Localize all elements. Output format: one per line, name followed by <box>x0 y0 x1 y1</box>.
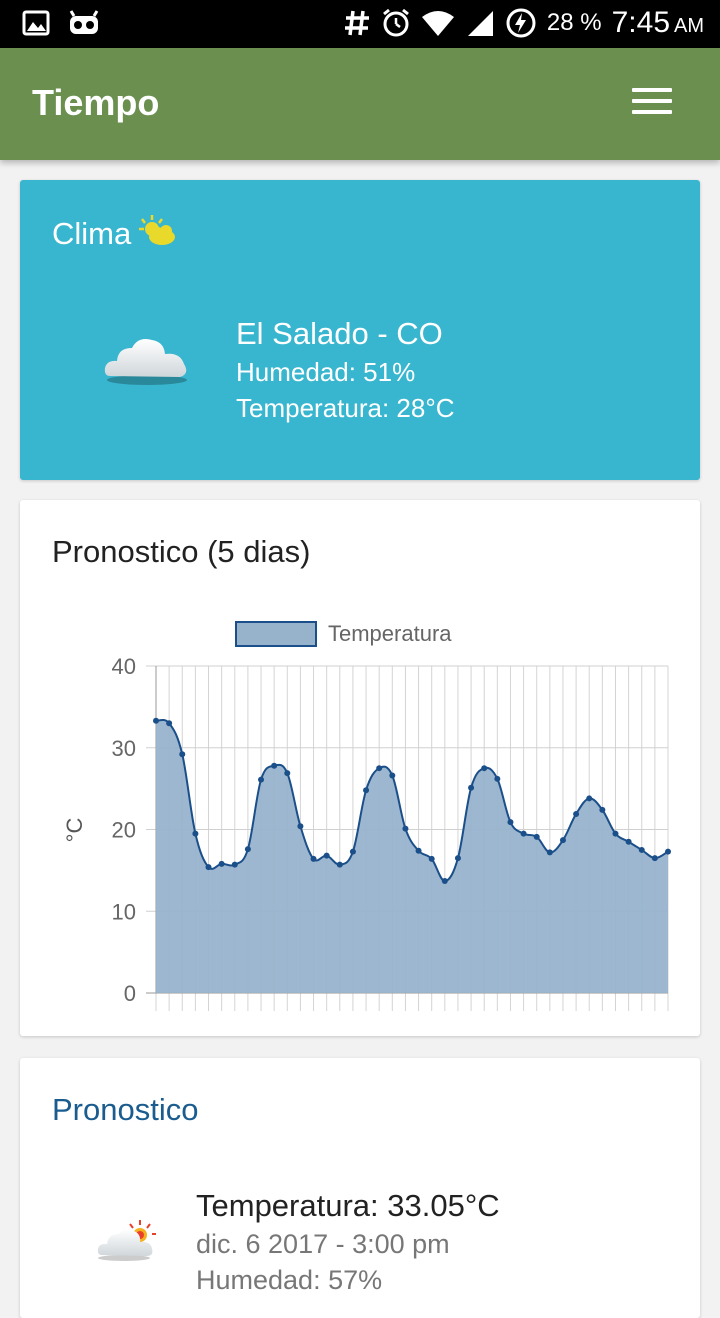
data-point <box>336 861 343 868</box>
temperature-value: Temperatura: 28°C <box>236 393 455 423</box>
data-point <box>573 810 580 817</box>
data-point <box>481 765 488 772</box>
data-point <box>218 860 225 867</box>
battery-charging-icon <box>506 8 536 38</box>
data-point <box>166 720 173 727</box>
data-point <box>402 825 409 832</box>
alarm-icon <box>382 8 409 37</box>
data-point <box>192 830 199 837</box>
forecast-temperature: Temperatura: 33.05°C <box>196 1188 500 1223</box>
wifi-icon <box>421 11 454 36</box>
forecast-chart-card: Pronostico (5 dias) 0 10 20 30 40 °C Temperatu… <box>20 500 700 1036</box>
forecast-date: dic. 6 2017 - 3:00 pm <box>196 1229 450 1259</box>
data-point <box>507 819 514 826</box>
legend-label: Temperatura <box>328 621 452 646</box>
legend-swatch <box>235 621 317 647</box>
current-weather-card: Clima El Salado - CO Humedad: 51% Temper… <box>20 180 700 480</box>
data-point <box>284 770 291 777</box>
data-point <box>363 787 370 794</box>
app-notification-icon <box>69 10 99 34</box>
data-point <box>612 830 619 837</box>
data-point <box>179 751 186 758</box>
data-point <box>468 784 475 791</box>
location-name: El Salado - CO <box>236 316 443 351</box>
data-point <box>310 855 317 862</box>
clock-ampm: AM <box>674 14 704 37</box>
data-point <box>244 846 251 853</box>
data-point <box>559 837 566 844</box>
data-point <box>231 861 238 868</box>
clock-time: 7:45 <box>611 6 670 39</box>
y-tick-label: 40 <box>112 654 136 679</box>
current-weather-details: El Salado - CO Humedad: 51% Temperatura:… <box>236 314 455 426</box>
data-point <box>389 772 396 779</box>
forecast-list-title: Pronostico <box>52 1092 199 1127</box>
y-tick-label: 20 <box>112 818 136 843</box>
data-point <box>153 717 159 724</box>
forecast-item-details: Temperatura: 33.05°C dic. 6 2017 - 3:00 … <box>196 1186 500 1298</box>
y-tick-label: 30 <box>112 736 136 761</box>
forecast-humidity: Humedad: 57% <box>196 1265 383 1295</box>
data-point <box>376 765 383 772</box>
data-point <box>665 848 671 855</box>
menu-button[interactable] <box>624 80 680 124</box>
forecast-list-card: Pronostico Temperatura: 33.05°C dic. 6 2… <box>20 1058 700 1318</box>
status-bar: 28 % 7:45 AM <box>0 0 720 48</box>
data-point <box>258 776 265 783</box>
data-point <box>428 855 435 862</box>
data-point <box>586 795 593 802</box>
data-point <box>651 855 658 862</box>
list-item[interactable]: Temperatura: 33.05°C dic. 6 2017 - 3:00 … <box>20 1178 700 1298</box>
hashtag-icon <box>344 10 369 36</box>
data-point <box>415 847 422 854</box>
y-tick-label: 0 <box>124 981 136 1006</box>
app-title: Tiempo <box>32 82 160 123</box>
data-point <box>638 846 645 853</box>
cell-signal-icon <box>467 11 493 36</box>
data-point <box>349 848 356 855</box>
data-point <box>546 849 553 856</box>
data-point <box>599 806 606 813</box>
data-point <box>520 830 527 837</box>
data-point <box>271 762 278 769</box>
y-axis-label: °C <box>62 818 87 843</box>
series-area <box>156 719 668 993</box>
y-tick-label: 10 <box>112 899 136 924</box>
image-notification-icon <box>22 10 50 36</box>
partly-sunny-icon <box>139 215 175 245</box>
weather-card-title: Clima <box>52 216 132 251</box>
app-bar: Tiempo <box>0 48 720 160</box>
cloud-icon <box>104 339 187 385</box>
temperature-chart: 0 10 20 30 40 °C Temperatura <box>62 621 671 1011</box>
battery-percentage: 28 % <box>546 9 602 36</box>
data-point <box>625 838 632 845</box>
data-point <box>205 864 212 871</box>
data-point <box>494 775 501 782</box>
sun-cloud-icon <box>97 1220 156 1261</box>
data-point <box>454 855 461 862</box>
humidity-value: Humedad: 51% <box>236 357 416 387</box>
data-point <box>533 833 540 840</box>
data-point <box>441 878 448 885</box>
data-point <box>297 823 304 830</box>
data-point <box>323 852 330 859</box>
